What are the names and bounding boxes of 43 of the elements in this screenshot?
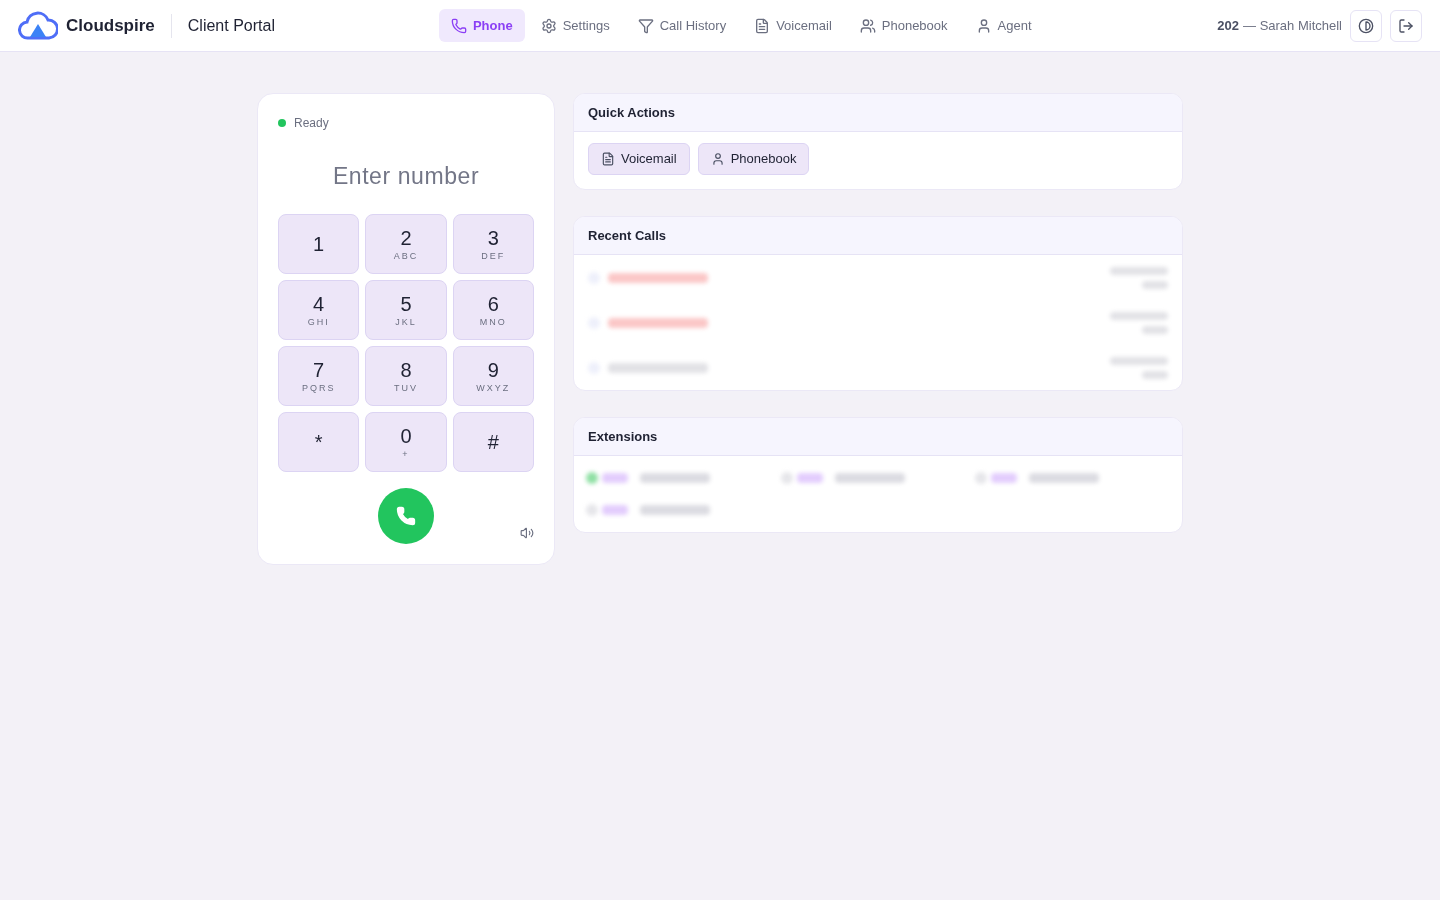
- speaker-icon[interactable]: [520, 526, 534, 540]
- user-extension: 202: [1217, 16, 1239, 35]
- dial-key[interactable]: 4 GHI: [278, 280, 360, 340]
- card-title: Extensions: [574, 418, 1182, 456]
- dial-key[interactable]: 2 ABC: [365, 214, 447, 274]
- dial-key[interactable]: 3 DEF: [452, 214, 534, 274]
- settings-icon: [540, 17, 557, 34]
- user-name: — Sarah Mitchell: [1243, 16, 1342, 35]
- dial-key[interactable]: 8 TUV: [365, 346, 447, 406]
- nav-tab[interactable]: Call History: [625, 9, 739, 42]
- dial-key[interactable]: 0 +: [365, 412, 447, 472]
- status-label: Ready: [294, 115, 329, 132]
- card-title: Quick Actions: [574, 94, 1182, 132]
- dial-key[interactable]: 1: [278, 214, 360, 274]
- cloud-logo-icon: [18, 10, 58, 41]
- nav-tab[interactable]: Agent: [963, 9, 1044, 42]
- card-title: Recent Calls: [574, 217, 1182, 255]
- theme-toggle-button[interactable]: [1350, 9, 1382, 42]
- phone-icon: [396, 506, 416, 526]
- dial-key[interactable]: 5 JKL: [365, 280, 447, 340]
- dial-key[interactable]: *: [278, 412, 360, 472]
- logout-icon: [1398, 17, 1414, 34]
- document-icon: [754, 17, 771, 34]
- nav-tab[interactable]: Phone: [438, 9, 525, 42]
- brand-name: Cloudspire: [66, 14, 155, 37]
- half-circle-icon: [1358, 17, 1374, 34]
- quick-action-button[interactable]: Phonebook: [697, 143, 810, 175]
- dial-key[interactable]: 7 PQRS: [278, 346, 360, 406]
- funnel-icon: [637, 17, 654, 34]
- phone-icon: [450, 17, 467, 34]
- document-icon: [601, 152, 615, 166]
- nav-tab[interactable]: Settings: [528, 9, 622, 42]
- logout-button[interactable]: [1390, 9, 1422, 42]
- nav-tab[interactable]: Voicemail: [742, 9, 844, 42]
- quick-action-button[interactable]: Voicemail: [588, 143, 690, 175]
- dial-key[interactable]: #: [452, 412, 534, 472]
- dial-key[interactable]: 6 MNO: [452, 280, 534, 340]
- user-icon: [710, 152, 725, 166]
- nav-tab[interactable]: Phonebook: [847, 9, 960, 42]
- portal-title: Client Portal: [187, 15, 275, 36]
- dial-key[interactable]: 9 WXYZ: [452, 346, 534, 406]
- users-icon: [859, 17, 876, 34]
- number-input-field[interactable]: Enter number: [278, 156, 534, 196]
